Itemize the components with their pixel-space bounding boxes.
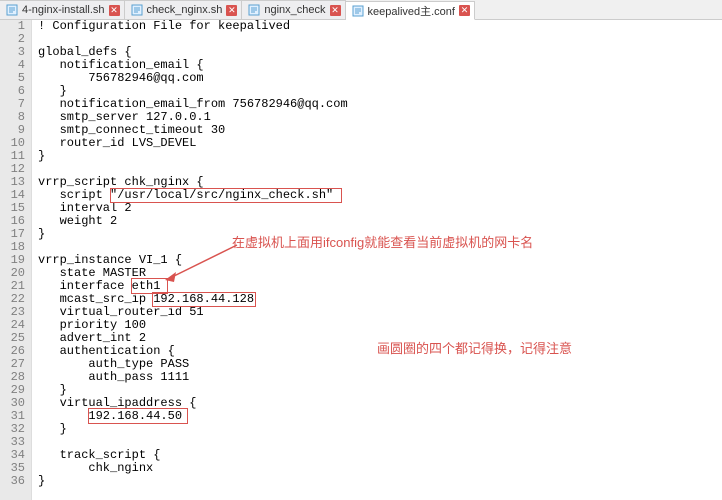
file-icon <box>352 5 364 17</box>
editor: 1234567891011121314151617181920212223242… <box>0 20 722 500</box>
line-number: 36 <box>0 475 25 488</box>
code-line[interactable]: } <box>38 475 722 488</box>
tab-check-nginx[interactable]: check_nginx.sh ✕ <box>125 0 243 19</box>
tab-4-nginx-install[interactable]: 4-nginx-install.sh ✕ <box>0 0 125 19</box>
tab-label: keepalived主.conf <box>368 3 455 19</box>
close-icon[interactable]: ✕ <box>459 5 470 16</box>
close-icon[interactable]: ✕ <box>330 5 341 16</box>
tab-label: check_nginx.sh <box>147 4 223 16</box>
code-line[interactable]: } <box>38 423 722 436</box>
close-icon[interactable]: ✕ <box>226 5 237 16</box>
tab-keepalived-conf[interactable]: keepalived主.conf ✕ <box>346 1 475 20</box>
close-icon[interactable]: ✕ <box>109 5 120 16</box>
code-line[interactable] <box>38 33 722 46</box>
code-line[interactable]: } <box>38 228 722 241</box>
code-line[interactable]: ! Configuration File for keepalived <box>38 20 722 33</box>
code-line[interactable]: auth_pass 1111 <box>38 371 722 384</box>
file-icon <box>6 4 18 16</box>
line-number-gutter: 1234567891011121314151617181920212223242… <box>0 20 32 500</box>
code-area[interactable]: 在虚拟机上面用ifconfig就能查看当前虚拟机的网卡名 画圆圈的四个都记得换，… <box>32 20 722 500</box>
code-line[interactable]: chk_nginx <box>38 462 722 475</box>
tab-nginx-check[interactable]: nginx_check ✕ <box>242 0 345 19</box>
code-line[interactable]: } <box>38 150 722 163</box>
code-line[interactable]: interval 2 <box>38 202 722 215</box>
tab-label: 4-nginx-install.sh <box>22 4 105 16</box>
code-line[interactable]: router_id LVS_DEVEL <box>38 137 722 150</box>
file-icon <box>131 4 143 16</box>
code-line[interactable]: 756782946@qq.com <box>38 72 722 85</box>
file-icon <box>248 4 260 16</box>
tab-label: nginx_check <box>264 4 325 16</box>
code-line[interactable]: weight 2 <box>38 215 722 228</box>
code-line[interactable]: script "/usr/local/src/nginx_check.sh" <box>38 189 722 202</box>
code-line[interactable]: 192.168.44.50 <box>38 410 722 423</box>
tab-bar: 4-nginx-install.sh ✕ check_nginx.sh ✕ ng… <box>0 0 722 20</box>
